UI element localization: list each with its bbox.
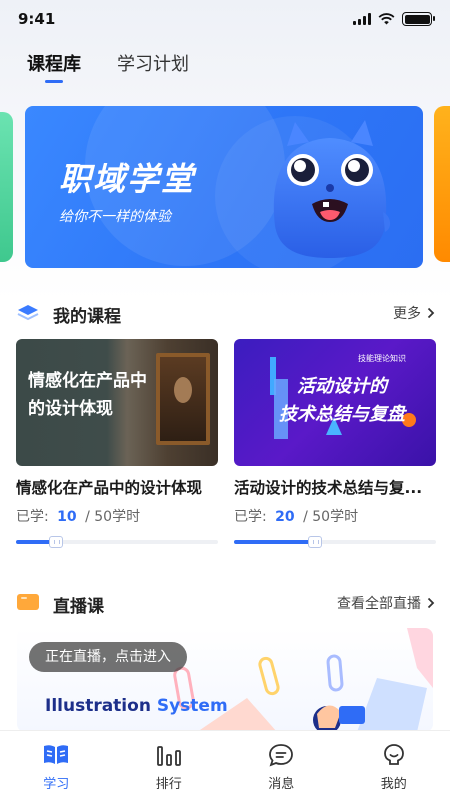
- banner-title: 职域学堂: [59, 160, 196, 198]
- course-hours: 已学: 10 / 50学时: [16, 509, 141, 525]
- mascot-illustration: [273, 120, 391, 258]
- layers-icon: [17, 305, 39, 321]
- progress-handle: [49, 536, 64, 548]
- course-title: 情感化在产品中的设计体现: [16, 479, 203, 497]
- nav-label: 我的: [380, 777, 407, 792]
- bottom-navigation: 学习 排行 消息 我的: [0, 730, 450, 800]
- painting-frame: [156, 353, 210, 445]
- status-bar: 9:41: [0, 0, 450, 40]
- thumbnail-text: 情感化在产品中 的设计体现: [28, 371, 147, 419]
- nav-label: 排行: [155, 777, 182, 792]
- view-all-live-link[interactable]: 查看全部直播: [337, 593, 435, 613]
- profile-icon: [383, 744, 404, 765]
- more-label: 更多: [393, 306, 421, 322]
- wifi-icon: [378, 13, 395, 25]
- learned-hours: 10: [57, 509, 77, 525]
- course-hours: 已学: 20 / 50学时: [234, 509, 359, 525]
- course-library-screen: 9:41 课程库 学习计划 职域学堂 给你不一样的体验 我的课程 更多 情感化在…: [0, 0, 450, 800]
- status-time: 9:41: [18, 10, 56, 28]
- course-card[interactable]: 情感化在产品中 的设计体现 情感化在产品中的设计体现 已学: 10 / 50学时: [16, 339, 218, 548]
- carousel-prev-peek[interactable]: [0, 112, 13, 262]
- progress-handle: [307, 536, 322, 548]
- nav-label: 消息: [268, 777, 295, 792]
- live-courses-header: 直播课 查看全部直播: [17, 590, 437, 617]
- nav-profile[interactable]: 我的: [338, 731, 450, 800]
- more-courses-link[interactable]: 更多: [393, 303, 435, 323]
- live-now-badge[interactable]: 正在直播，点击进入: [29, 642, 187, 672]
- thumbnail-text: 活动设计的 技术总结与复盘: [279, 376, 405, 425]
- carousel-next-peek[interactable]: [434, 106, 450, 262]
- nav-label: 学习: [43, 777, 70, 792]
- live-banner-text: Illustration System: [45, 696, 228, 716]
- live-courses-title: 直播课: [53, 597, 104, 617]
- tab-label: 课程库: [27, 54, 81, 75]
- thumbnail-caption: 技能理论知识: [358, 354, 406, 363]
- learned-hours: 20: [275, 509, 295, 525]
- chevron-right-icon: [427, 597, 435, 609]
- nav-ranking[interactable]: 排行: [113, 731, 226, 800]
- course-title: 活动设计的技术总结与复...: [234, 479, 423, 497]
- course-thumbnail: 技能理论知识 活动设计的 技术总结与复盘: [234, 339, 436, 466]
- course-progress-bar: [16, 536, 218, 548]
- more-label: 查看全部直播: [337, 596, 421, 612]
- battery-icon: [402, 12, 435, 26]
- my-courses-header: 我的课程 更多: [17, 300, 437, 327]
- banner-subtitle: 给你不一样的体验: [59, 209, 171, 225]
- tab-label: 学习计划: [117, 54, 189, 75]
- course-card[interactable]: 技能理论知识 活动设计的 技术总结与复盘 活动设计的技术总结与复... 已学: …: [234, 339, 436, 548]
- course-progress-bar: [234, 536, 436, 548]
- course-thumbnail: 情感化在产品中 的设计体现: [16, 339, 218, 466]
- chevron-right-icon: [427, 307, 435, 319]
- cellular-signal-icon: [353, 13, 371, 25]
- tab-study-plan[interactable]: 学习计划: [117, 50, 189, 76]
- top-tabs: 课程库 学习计划: [27, 50, 189, 83]
- nav-messages[interactable]: 消息: [225, 731, 338, 800]
- book-icon: [44, 745, 69, 764]
- active-tab-indicator: [45, 80, 63, 83]
- ranking-icon: [156, 746, 181, 766]
- message-icon: [269, 744, 294, 767]
- status-icons: [353, 12, 435, 26]
- my-courses-title: 我的课程: [53, 307, 121, 327]
- promo-banner[interactable]: 职域学堂 给你不一样的体验: [25, 106, 423, 268]
- tab-course-library[interactable]: 课程库: [27, 50, 81, 83]
- live-video-icon: [17, 594, 39, 610]
- nav-study[interactable]: 学习: [0, 731, 113, 800]
